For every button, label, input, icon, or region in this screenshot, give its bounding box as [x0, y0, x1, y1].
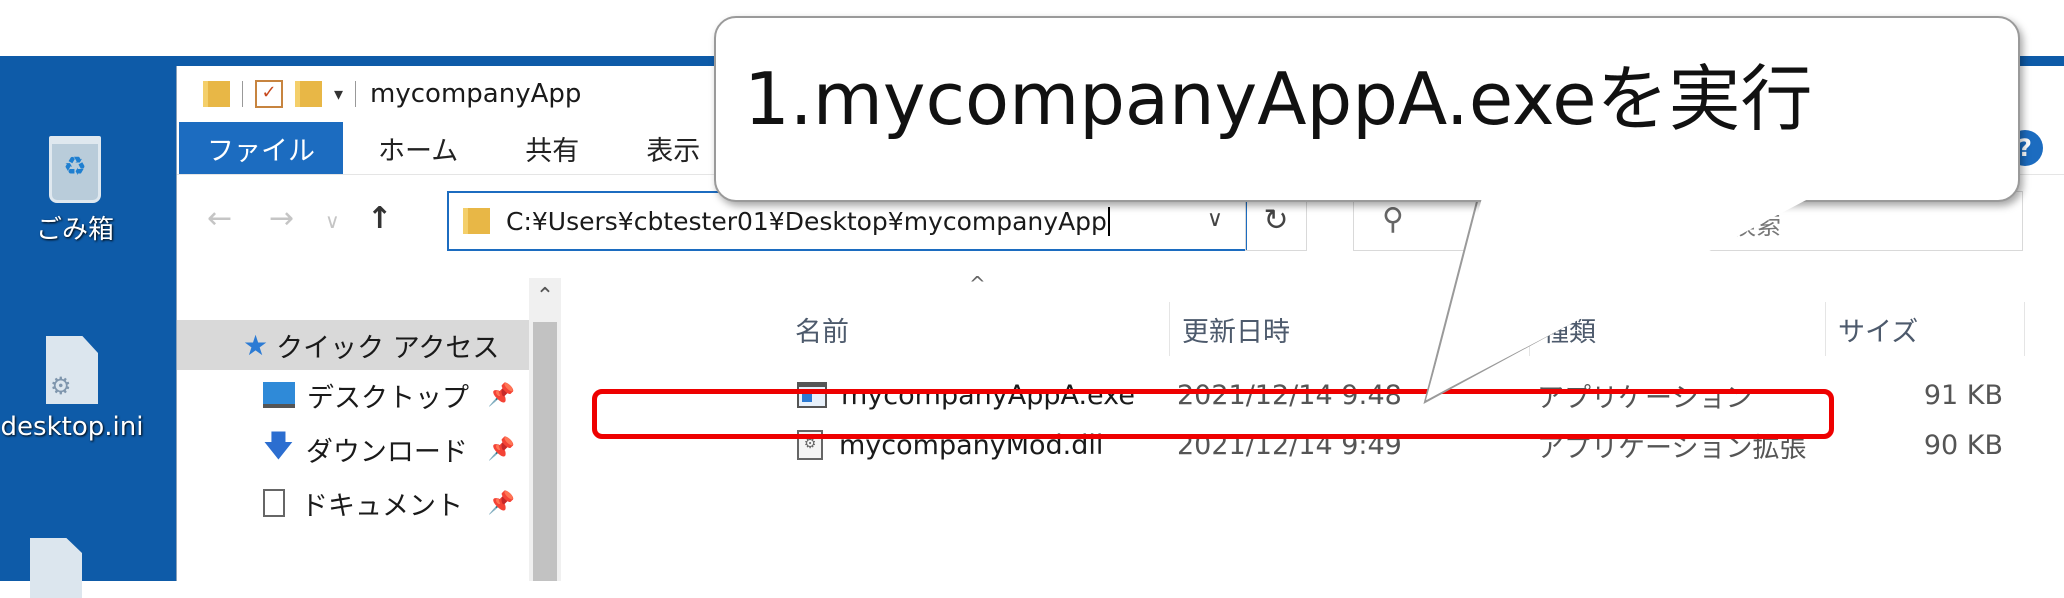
search-icon: ⚲	[1382, 202, 1404, 237]
scroll-up-icon[interactable]: ⌃	[529, 284, 561, 309]
desktop-icon-recycle-bin[interactable]: ごみ箱	[0, 136, 150, 246]
file-date: 2021/12/14 9:49	[1177, 429, 1402, 461]
nav-item-documents[interactable]: ドキュメント 📌	[177, 478, 529, 528]
desktop-icon-label: ごみ箱	[35, 215, 114, 245]
recent-locations-chevron-icon[interactable]: ∨	[325, 209, 340, 233]
dll-icon: ⚙	[797, 430, 823, 460]
file-name: mycompanyAppA.exe	[841, 379, 1135, 411]
navigation-pane: ⌃ ★ クイック アクセス デスクトップ 📌 🡇 ダウンロード 📌 ドキュメント…	[177, 278, 562, 581]
file-list: ^ 名前 更新日時 種類 サイズ mycompanyAppA.exe 2021/…	[597, 272, 2025, 581]
nav-item-downloads[interactable]: 🡇 ダウンロード 📌	[177, 424, 529, 474]
tab-share[interactable]: 共有	[490, 122, 611, 174]
exe-icon	[797, 382, 827, 408]
sort-ascending-icon: ^	[969, 272, 986, 296]
window-title: mycompanyApp	[370, 79, 582, 109]
column-header-name[interactable]: 名前	[793, 302, 1169, 356]
column-header-size[interactable]: サイズ	[1825, 302, 2025, 356]
divider	[242, 81, 243, 107]
scroll-thumb[interactable]	[533, 322, 557, 581]
nav-item-label: クイック アクセス	[276, 332, 500, 364]
folder-icon	[203, 81, 230, 107]
nav-item-label: ドキュメント	[301, 490, 463, 522]
address-path[interactable]: C:¥Users¥cbtester01¥Desktop¥mycompanyApp	[506, 206, 1110, 236]
pin-icon[interactable]: 📌	[488, 491, 515, 516]
star-icon: ★	[243, 328, 269, 362]
refresh-icon: ↻	[1263, 203, 1289, 238]
nav-item-quick-access[interactable]: ★ クイック アクセス	[177, 320, 529, 370]
column-header-type[interactable]: 種類	[1529, 302, 1825, 356]
file-type: アプリケーション拡張	[1537, 432, 1807, 464]
nav-item-label: ダウンロード	[305, 436, 468, 468]
desktop-icon	[263, 382, 295, 408]
forward-arrow-icon[interactable]: →	[269, 201, 294, 236]
file-size: 91 KB	[1923, 379, 2003, 411]
up-arrow-icon[interactable]: ↑	[367, 201, 392, 236]
download-arrow-icon: 🡇	[263, 428, 294, 464]
tab-file[interactable]: ファイル	[179, 122, 343, 174]
file-name-cell[interactable]: mycompanyAppA.exe	[797, 370, 1135, 420]
file-name-cell[interactable]: ⚙ mycompanyMod.dll	[797, 420, 1103, 470]
pin-icon[interactable]: 📌	[488, 437, 515, 462]
folder-icon	[463, 208, 490, 234]
nav-item-label: デスクトップ	[307, 382, 469, 414]
file-date: 2021/12/14 9:48	[1177, 379, 1402, 411]
properties-check-icon[interactable]: ✓	[255, 80, 283, 108]
nav-item-desktop[interactable]: デスクトップ 📌	[177, 370, 529, 420]
file-row-exe[interactable]: mycompanyAppA.exe 2021/12/14 9:48 アプリケーシ…	[793, 370, 2025, 420]
chevron-down-icon[interactable]: ∨	[1207, 207, 1223, 232]
nav-scrollbar[interactable]: ⌃	[529, 278, 561, 581]
quick-access-toolbar: ✓ ▾	[203, 80, 357, 108]
new-folder-icon[interactable]	[295, 81, 322, 107]
recycle-bin-icon	[49, 136, 101, 203]
settings-file-icon	[46, 336, 98, 404]
divider	[355, 81, 357, 107]
file-name: mycompanyMod.dll	[839, 429, 1104, 461]
file-type: アプリケーション	[1537, 382, 1753, 414]
document-icon	[263, 489, 285, 517]
desktop-icon-desktop-ini[interactable]: desktop.ini	[0, 336, 152, 442]
file-size: 90 KB	[1923, 429, 2003, 461]
customize-dropdown-icon[interactable]: ▾	[334, 84, 343, 105]
search-placeholder: の検索	[1706, 211, 1782, 240]
pin-icon[interactable]: 📌	[488, 383, 515, 408]
file-icon	[30, 538, 82, 598]
file-row-dll[interactable]: ⚙ mycompanyMod.dll 2021/12/14 9:49 アプリケー…	[793, 420, 2025, 470]
desktop-icon-label: desktop.ini	[0, 412, 144, 442]
column-header-date[interactable]: 更新日時	[1169, 302, 1529, 356]
desktop-icon-partial[interactable]	[30, 538, 90, 598]
back-arrow-icon[interactable]: ←	[207, 201, 232, 236]
callout-text: 1.mycompanyAppA.exeを実行	[744, 57, 1813, 141]
tab-home[interactable]: ホーム	[343, 122, 490, 174]
